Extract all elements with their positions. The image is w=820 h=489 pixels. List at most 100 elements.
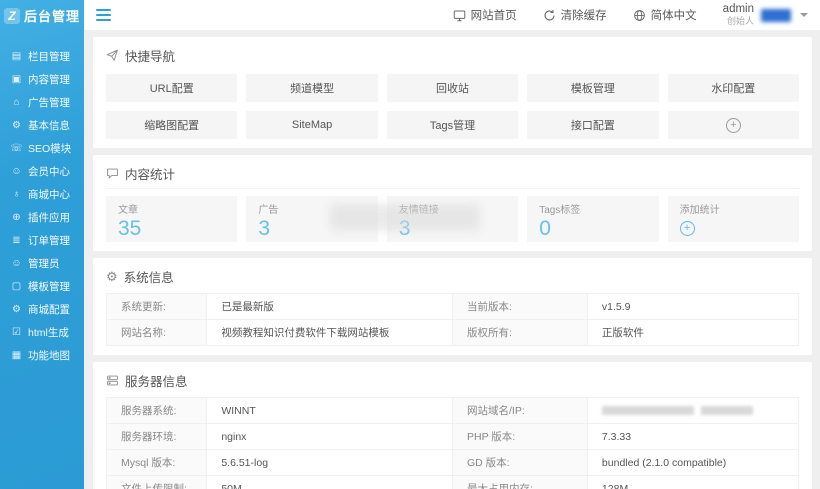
sidebar-item-orders[interactable]: ≣ 订单管理 [0,229,84,252]
add-stat-icon: + [679,221,695,236]
topbar-right: 网站首页 清除缓存 简体中文 admin 创始人 [453,3,808,27]
chevron-down-icon [800,13,808,17]
app-logo[interactable]: Z 后台管理 [0,0,84,31]
sidebar-item-label: 广告管理 [28,97,70,109]
quicknav-button-thumbnail-config[interactable]: 缩略图配置 [106,111,238,139]
sidebar-item-label: SEO模块 [28,143,72,155]
sidebar-item-plugins[interactable]: ⊕ 插件应用 [0,206,84,229]
stat-label: 友情链接 [398,205,439,216]
info-value: 视频教程知识付费软件下载网站模板 [206,319,453,346]
info-value: WINNT [206,397,453,424]
topbar-link-language[interactable]: 简体中文 [633,7,697,23]
topbar-link-label: 网站首页 [470,10,517,22]
topbar-link-label: 清除缓存 [560,10,607,22]
sidebar-item-admins[interactable]: ☺ 管理员 [0,252,84,275]
system-info-card: ⚙ 系统信息 系统更新: 已是最新版 当前版本: v1.5.9 网站名称: 视频… [93,258,812,355]
user-icon: ☺ [11,166,22,177]
stat-friend-links[interactable]: 友情链接 3 [386,196,519,242]
sidebar-item-columns[interactable]: ▤ 栏目管理 [0,45,84,68]
grid-icon: ▦ [11,350,22,361]
quick-nav-card: 快捷导航 URL配置 频道模型 回收站 模板管理 水印配置 缩略图配置 Site… [93,37,812,148]
info-label: 服务器系统: [105,397,208,424]
quicknav-button-add[interactable]: + [667,111,799,139]
avatar [761,8,791,22]
quicknav-button-watermark-config[interactable]: 水印配置 [667,74,799,102]
stat-label: 文章 [118,205,138,216]
columns-icon: ▤ [11,51,22,62]
plus-circle-icon: + [725,117,741,133]
sidebar-item-ads[interactable]: ⌂ 广告管理 [0,91,84,114]
sidebar-item-seo[interactable]: ☏ SEO模块 [0,137,84,160]
server-info-header: 服务器信息 [106,368,799,395]
app-title: 后台管理 [23,9,80,24]
stat-tags[interactable]: Tags标签 0 [527,196,659,242]
stat-value: 35 [118,217,142,240]
redaction-block [700,406,753,416]
sidebar-item-label: 基本信息 [28,120,70,132]
info-value: bundled (2.1.0 compatible) [586,449,800,476]
quicknav-button-url-config[interactable]: URL配置 [106,74,238,102]
sidebar-item-label: 订单管理 [28,235,70,247]
sidebar-item-label: 栏目管理 [28,51,70,63]
sidebar-item-mall-config[interactable]: ⚙ 商城配置 [0,298,84,321]
stat-value: 3 [398,217,411,240]
sidebar-item-mall[interactable]: ♁ 商城中心 [0,183,84,206]
main-area: 网站首页 清除缓存 简体中文 admin 创始人 快捷导航 URL配置 频道模型… [84,0,820,489]
sidebar-item-feature-map[interactable]: ▦ 功能地图 [0,344,84,367]
info-value: 5.6.51-log [206,449,453,476]
sidebar-item-members[interactable]: ☺ 会员中心 [0,160,84,183]
table-row: 系统更新: 已是最新版 当前版本: v1.5.9 [105,293,800,320]
system-info-table: 系统更新: 已是最新版 当前版本: v1.5.9 网站名称: 视频教程知识付费软… [105,293,800,346]
sidebar: Z 后台管理 ▤ 栏目管理 ▣ 内容管理 ⌂ 广告管理 ⚙ 基本信息 ☏ SEO模块 ☺ 会… [0,0,84,489]
sidebar-item-label: 商城配置 [28,304,70,316]
sidebar-item-content[interactable]: ▣ 内容管理 [0,68,84,91]
quick-nav-grid: URL配置 频道模型 回收站 模板管理 水印配置 缩略图配置 SiteMap T… [106,74,799,139]
info-label: 网站名称: [105,319,208,346]
sidebar-item-html-generate[interactable]: ☑ html生成 [0,321,84,344]
info-value: 50M [206,475,453,489]
info-label: 版权所有: [451,319,588,346]
stat-ads[interactable]: 广告 3 [246,196,378,242]
gear-icon: ⚙ [106,268,118,284]
ad-icon: ⌂ [13,97,20,108]
user-menu[interactable]: admin 创始人 [723,3,808,27]
stat-label: 广告 [258,205,279,216]
quicknav-button-tags-mgmt[interactable]: Tags管理 [386,111,519,139]
info-value: 已是最新版 [206,293,453,320]
stat-value: 0 [539,217,551,240]
monitor-icon [453,10,465,21]
info-label: 网站域名/IP: [451,397,588,424]
user-icon: ☺ [11,258,22,269]
check-icon: ☑ [12,327,21,338]
topbar-link-clear-cache[interactable]: 清除缓存 [543,7,607,23]
quicknav-button-template-mgmt[interactable]: 模板管理 [527,74,659,102]
sidebar-item-label: 商城中心 [28,189,70,201]
paper-plane-icon [106,49,119,62]
table-row: 服务器系统: WINNT 网站域名/IP: [105,397,800,424]
content: 快捷导航 URL配置 频道模型 回收站 模板管理 水印配置 缩略图配置 Site… [84,31,820,489]
info-label: PHP 版本: [451,423,588,450]
comment-icon [106,167,119,180]
user-name: admin [722,3,754,16]
section-title: 服务器信息 [125,375,188,389]
info-value: 7.3.33 [586,423,800,450]
topbar-link-site-home[interactable]: 网站首页 [453,7,517,23]
hamburger-menu-icon[interactable] [92,5,115,25]
quicknav-button-recycle-bin[interactable]: 回收站 [386,74,519,102]
refresh-icon [544,9,555,20]
stat-value: + [679,217,787,236]
user-meta: admin 创始人 [723,3,754,27]
quicknav-button-channel-model[interactable]: 频道模型 [246,74,378,102]
plugin-icon: ⊕ [12,212,21,223]
redaction-block [601,406,694,416]
sidebar-item-basic-info[interactable]: ⚙ 基本信息 [0,114,84,137]
sidebar-item-templates[interactable]: ▢ 模板管理 [0,275,84,298]
stat-articles[interactable]: 文章 35 [106,196,238,242]
gear-icon: ⚙ [12,304,21,315]
quicknav-button-sitemap[interactable]: SiteMap [246,111,378,139]
info-label: 当前版本: [451,293,588,320]
sidebar-item-label: html生成 [28,327,69,339]
stat-add[interactable]: 添加统计 + [667,196,799,242]
monitor-icon: ▢ [11,281,22,292]
quicknav-button-api-config[interactable]: 接口配置 [527,111,659,139]
